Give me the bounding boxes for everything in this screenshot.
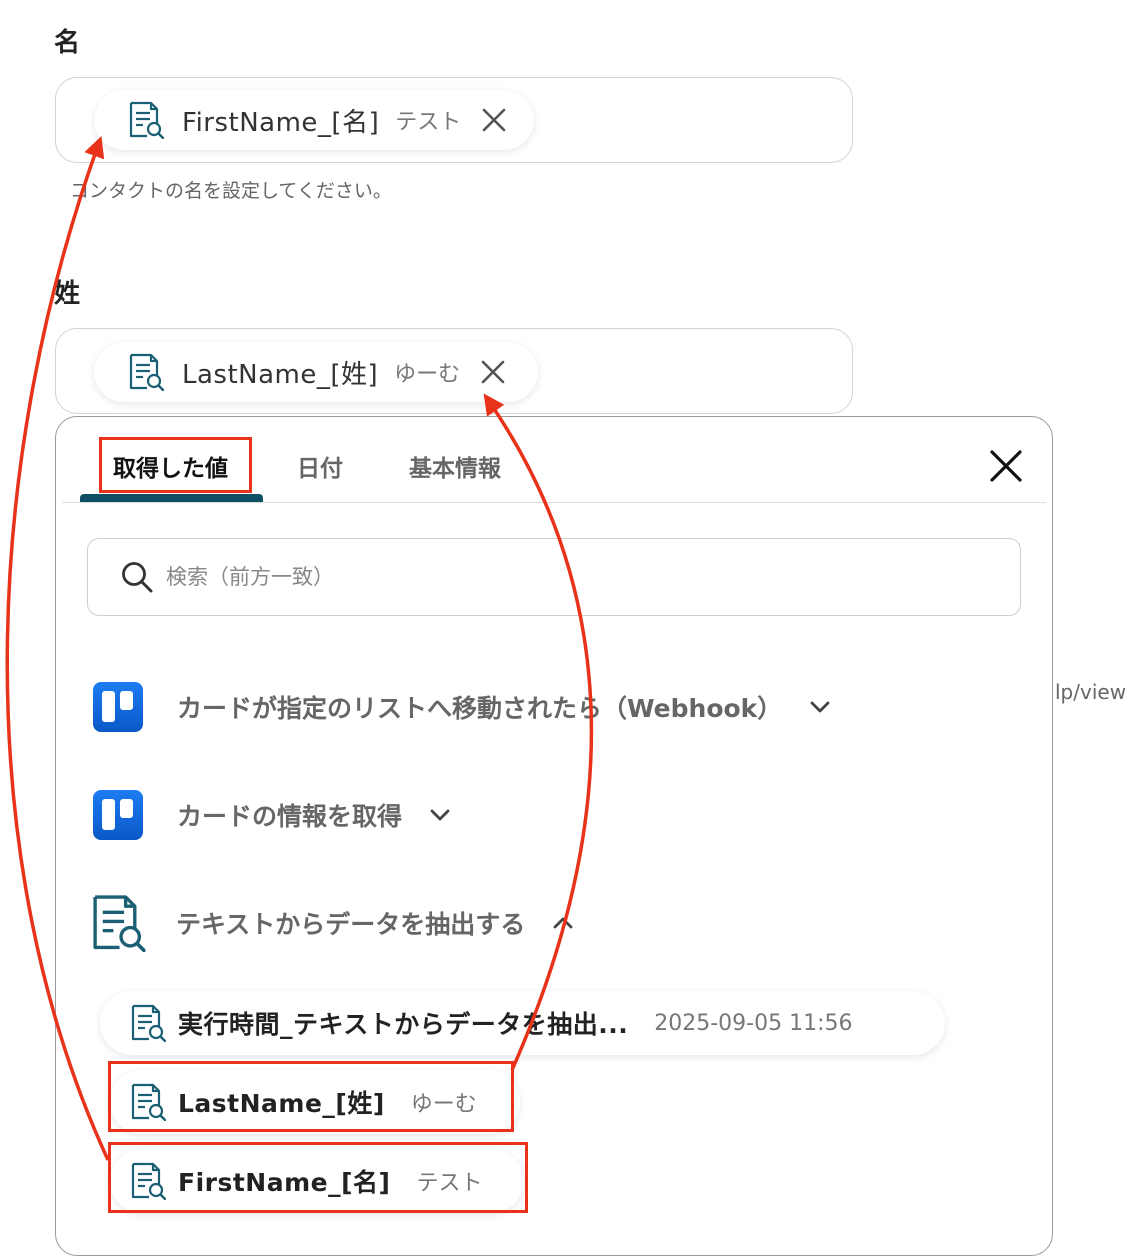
arrow-first-name [5,136,110,1161]
annotation-arrows [5,136,594,1161]
arrow-last-name [483,393,594,1071]
